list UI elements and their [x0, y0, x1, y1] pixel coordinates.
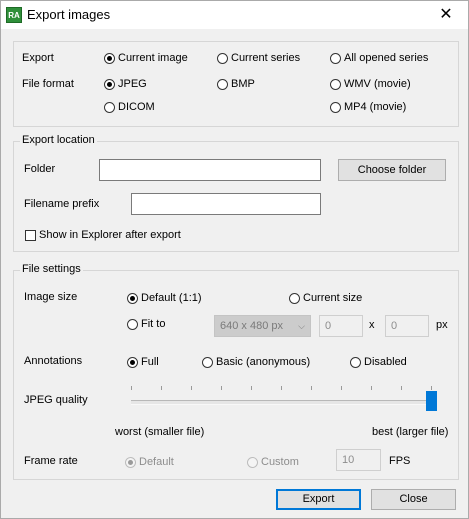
radio-jpeg[interactable]: JPEG [104, 78, 147, 90]
radio-bmp[interactable]: BMP [217, 78, 255, 90]
fps-unit-label: FPS [389, 455, 411, 467]
slider-track [131, 400, 431, 405]
radio-indicator [127, 292, 138, 304]
slider-thumb[interactable] [426, 391, 437, 411]
radio-label: All opened series [344, 52, 429, 64]
folder-input[interactable] [99, 159, 321, 181]
fit-to-size-value: 640 x 480 px [220, 320, 283, 332]
radio-indicator [217, 78, 228, 90]
radio-label: Current image [118, 52, 188, 64]
export-images-dialog: RA Export images ✕ Export Current image … [0, 0, 469, 519]
radio-annotations-full[interactable]: Full [127, 356, 159, 368]
image-size-label: Image size [24, 291, 78, 303]
radio-indicator [127, 356, 138, 368]
radio-label: Fit to [141, 318, 166, 330]
radio-fit-to[interactable]: Fit to [127, 318, 165, 330]
fit-to-size-select[interactable]: 640 x 480 px ⌵ [214, 315, 311, 337]
times-symbol: x [369, 319, 375, 331]
radio-dicom[interactable]: DICOM [104, 101, 155, 113]
title-bar: RA Export images ✕ [1, 1, 468, 29]
close-window-icon[interactable]: ✕ [430, 4, 462, 26]
radio-all-opened-series[interactable]: All opened series [330, 52, 428, 64]
radio-label: Custom [261, 456, 299, 468]
slider-tick [161, 386, 162, 390]
slider-tick [191, 386, 192, 390]
frame-rate-label: Frame rate [24, 455, 78, 467]
radio-indicator [104, 52, 115, 64]
radio-label: MP4 (movie) [344, 101, 407, 113]
radio-label: DICOM [118, 101, 155, 113]
radio-default-size[interactable]: Default (1:1) [127, 292, 202, 304]
radio-frame-rate-default[interactable]: Default [125, 456, 174, 468]
app-logo-icon: RA [6, 7, 22, 23]
folder-label: Folder [24, 163, 56, 175]
slider-tick [341, 386, 342, 390]
fps-input[interactable]: 10 [336, 449, 381, 471]
radio-indicator [104, 78, 115, 90]
px-unit-label: px [436, 319, 448, 331]
radio-label: Default (1:1) [141, 292, 202, 304]
radio-label: Disabled [364, 356, 407, 368]
radio-current-image[interactable]: Current image [104, 52, 188, 64]
radio-label: JPEG [118, 78, 147, 90]
checkbox-box [25, 229, 36, 241]
annotations-label: Annotations [24, 355, 83, 367]
window-title: Export images [27, 7, 111, 22]
radio-label: Full [141, 356, 159, 368]
radio-current-series[interactable]: Current series [217, 52, 300, 64]
jpeg-quality-label: JPEG quality [24, 394, 88, 406]
quality-max-label: best (larger file) [372, 426, 449, 438]
radio-indicator [350, 356, 361, 368]
height-input[interactable]: 0 [385, 315, 429, 337]
export-location-title: Export location [20, 134, 97, 146]
slider-tick [401, 386, 402, 390]
radio-indicator [289, 292, 300, 304]
jpeg-quality-slider[interactable] [121, 383, 441, 419]
filename-prefix-input[interactable] [131, 193, 321, 215]
radio-indicator [330, 78, 341, 90]
close-button[interactable]: Close [371, 489, 456, 510]
radio-label: Basic (anonymous) [216, 356, 311, 368]
export-button[interactable]: Export [276, 489, 361, 510]
radio-label: BMP [231, 78, 255, 90]
radio-label: Current series [231, 52, 301, 64]
slider-tick [251, 386, 252, 390]
radio-indicator [202, 356, 213, 368]
file-format-label: File format [22, 78, 74, 90]
file-settings-title: File settings [20, 263, 83, 275]
slider-tick [371, 386, 372, 390]
slider-tick [431, 386, 432, 390]
radio-label: WMV (movie) [344, 78, 411, 90]
radio-indicator [127, 318, 138, 330]
radio-current-size[interactable]: Current size [289, 292, 362, 304]
choose-folder-button[interactable]: Choose folder [338, 159, 446, 181]
radio-label: Current size [303, 292, 363, 304]
radio-annotations-basic[interactable]: Basic (anonymous) [202, 356, 310, 368]
radio-mp4[interactable]: MP4 (movie) [330, 101, 406, 113]
radio-indicator [247, 456, 258, 468]
radio-indicator [217, 52, 228, 64]
radio-indicator [330, 52, 341, 64]
checkbox-label: Show in Explorer after export [39, 229, 181, 241]
slider-tick [311, 386, 312, 390]
filename-prefix-label: Filename prefix [24, 198, 100, 210]
radio-wmv[interactable]: WMV (movie) [330, 78, 411, 90]
radio-indicator [330, 101, 341, 113]
slider-tick [281, 386, 282, 390]
radio-indicator [125, 456, 136, 468]
export-label: Export [22, 52, 54, 64]
width-input[interactable]: 0 [319, 315, 363, 337]
radio-frame-rate-custom[interactable]: Custom [247, 456, 299, 468]
file-settings-group [13, 270, 459, 480]
radio-label: Default [139, 456, 174, 468]
slider-tick [131, 386, 132, 390]
radio-annotations-disabled[interactable]: Disabled [350, 356, 407, 368]
chevron-down-icon: ⌵ [298, 321, 305, 331]
slider-tick [221, 386, 222, 390]
radio-indicator [104, 101, 115, 113]
show-in-explorer-checkbox[interactable]: Show in Explorer after export [25, 229, 181, 241]
quality-min-label: worst (smaller file) [115, 426, 205, 438]
